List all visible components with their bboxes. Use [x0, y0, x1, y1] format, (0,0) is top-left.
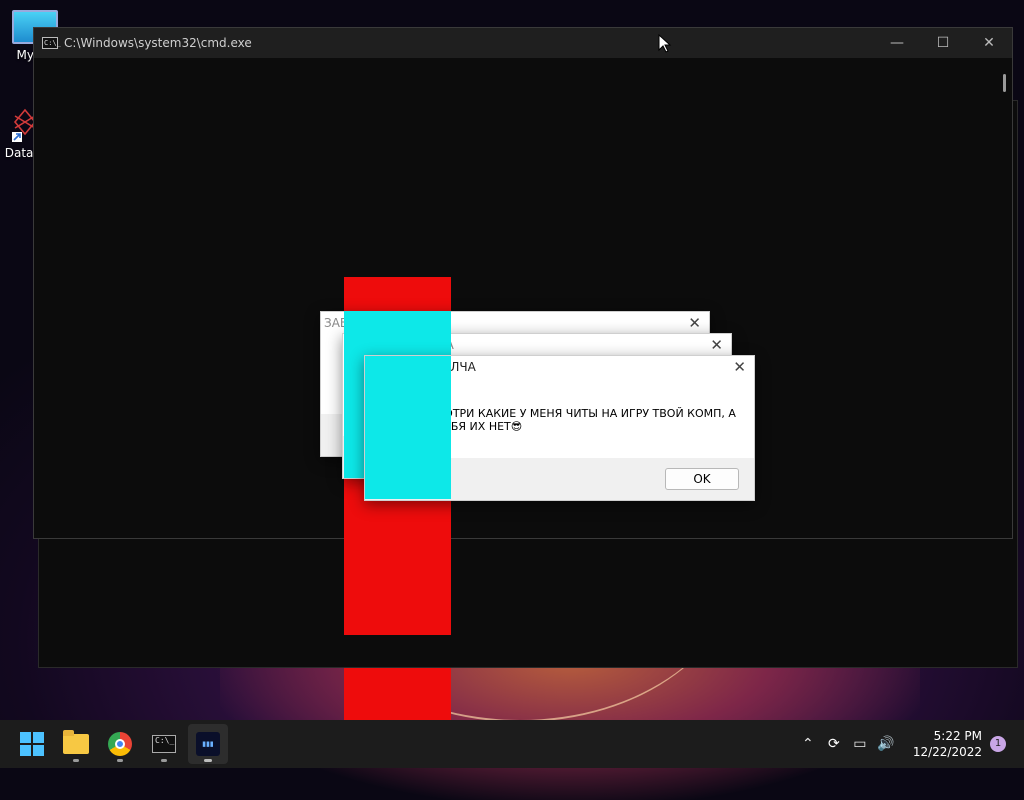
cmd-icon: C:\_: [152, 735, 176, 753]
start-button[interactable]: [12, 724, 52, 764]
taskbar-cmd[interactable]: C:\_: [144, 724, 184, 764]
chrome-icon: [108, 732, 132, 756]
running-indicator: [204, 759, 212, 762]
cmd-scrollbar-thumb[interactable]: [1003, 74, 1006, 92]
close-button[interactable]: ✕: [966, 28, 1012, 58]
windows-start-icon: [20, 732, 44, 756]
maximize-button[interactable]: ☐: [920, 28, 966, 58]
clock[interactable]: 5:22 PM 12/22/2022: [913, 728, 982, 760]
glitch-bar-cyan-front: [365, 356, 451, 499]
notification-badge[interactable]: 1: [990, 736, 1006, 752]
clock-date: 12/22/2022: [912, 745, 982, 759]
folder-icon: [63, 730, 89, 754]
taskbar-terminal[interactable]: ▮▮▮: [188, 724, 228, 764]
terminal-icon: ▮▮▮: [196, 732, 220, 756]
clock-time: 5:22 PM: [933, 729, 982, 743]
dialog-close-icon[interactable]: ✕: [688, 315, 701, 331]
running-indicator: [161, 759, 167, 762]
dialog-close-icon[interactable]: ✕: [710, 337, 723, 353]
sync-icon[interactable]: ⟳: [822, 736, 846, 752]
cmd-icon: C:\_: [42, 37, 61, 49]
taskbar-file-explorer[interactable]: [56, 724, 96, 764]
dialog-message: СМОТРИ КАКИЕ У МЕНЯ ЧИТЫ НА ИГРУ ТВОЙ КО…: [427, 407, 736, 433]
running-indicator: [73, 759, 79, 762]
cmd-window-title: C:\Windows\system32\cmd.exe: [64, 36, 252, 50]
minimize-button[interactable]: —: [874, 28, 920, 58]
system-tray: ⌃ ⟳ ▭ 🔊 5:22 PM 12/22/2022 1: [795, 720, 1024, 768]
cmd-titlebar[interactable]: C:\_ C:\Windows\system32\cmd.exe — ☐ ✕: [34, 28, 1012, 58]
dialog-close-icon[interactable]: ✕: [733, 359, 746, 375]
network-icon[interactable]: ▭: [848, 736, 872, 752]
mouse-cursor-icon: [658, 34, 672, 53]
taskbar-chrome[interactable]: [100, 724, 140, 764]
volume-icon[interactable]: 🔊: [874, 736, 898, 752]
taskbar: C:\_ ▮▮▮ ⌃ ⟳ ▭ 🔊 5:22 PM 12/22/2022 1: [0, 720, 1024, 768]
running-indicator: [117, 759, 123, 762]
ok-button[interactable]: OK: [665, 468, 739, 490]
chevron-up-icon[interactable]: ⌃: [796, 736, 820, 752]
